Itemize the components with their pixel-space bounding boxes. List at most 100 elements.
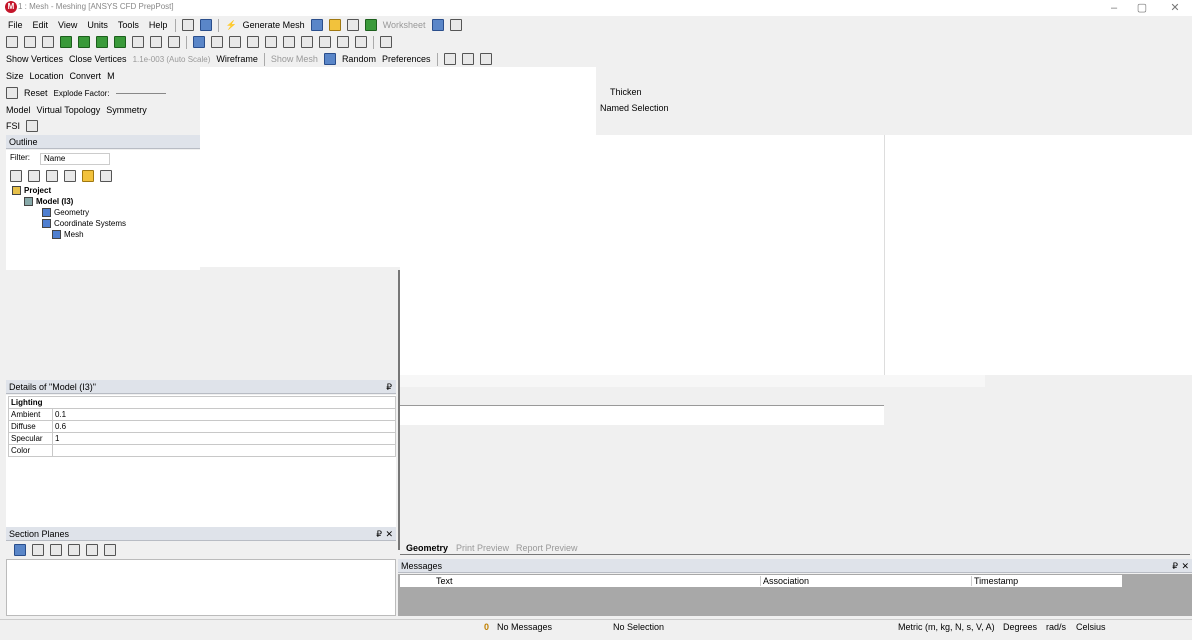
named-selection-button[interactable]: Named Selection bbox=[600, 103, 669, 113]
tree-icon[interactable] bbox=[200, 19, 213, 31]
show-mesh-button[interactable]: Show Mesh bbox=[271, 54, 318, 64]
details-value[interactable]: 1 bbox=[52, 432, 396, 445]
select-body-icon[interactable] bbox=[114, 36, 126, 48]
worksheet-button[interactable]: Worksheet bbox=[383, 20, 426, 30]
details-row[interactable]: Specular 1 bbox=[8, 432, 396, 445]
details-row[interactable]: Color bbox=[8, 444, 396, 457]
window-layout-icon[interactable] bbox=[380, 36, 392, 48]
probe-icon[interactable] bbox=[431, 19, 444, 31]
menu-help[interactable]: Help bbox=[147, 20, 170, 30]
messages-close-icon[interactable]: ✕ bbox=[1181, 559, 1189, 573]
messages-pin-icon[interactable]: ₽ bbox=[1172, 559, 1178, 573]
convert-dropdown[interactable]: Convert bbox=[70, 71, 102, 81]
details-section-row[interactable]: Lighting bbox=[8, 396, 396, 409]
rotate-icon[interactable] bbox=[193, 36, 205, 48]
tree-item-project[interactable]: Project bbox=[12, 186, 51, 195]
edit-section-plane-icon[interactable] bbox=[32, 544, 44, 556]
fsi-icon[interactable] bbox=[26, 119, 39, 132]
section-planes-pin-icon[interactable]: ₽ bbox=[376, 527, 382, 541]
expand-icon[interactable] bbox=[10, 170, 22, 182]
menu-file[interactable]: File bbox=[6, 20, 25, 30]
select-vertex-icon[interactable] bbox=[60, 36, 72, 48]
magnifier-icon[interactable] bbox=[283, 36, 295, 48]
edge-coloring-icon[interactable] bbox=[443, 53, 456, 65]
filter-icon[interactable] bbox=[46, 170, 58, 182]
tag-icon[interactable] bbox=[449, 19, 462, 31]
column-text[interactable]: Text bbox=[436, 576, 453, 586]
no-messages-status[interactable]: No Messages bbox=[497, 622, 552, 632]
display-icon[interactable] bbox=[355, 36, 367, 48]
section-planes-close-icon[interactable]: ✕ bbox=[385, 527, 393, 541]
delete-section-plane-icon[interactable] bbox=[50, 544, 62, 556]
filter-dropdown[interactable]: Name bbox=[40, 153, 110, 165]
select-mesh-icon[interactable] bbox=[168, 36, 180, 48]
iso-view-icon[interactable] bbox=[301, 36, 313, 48]
generate-mesh-button[interactable]: Generate Mesh bbox=[243, 20, 305, 30]
cursor-icon[interactable] bbox=[42, 36, 54, 48]
insert-icon[interactable] bbox=[364, 19, 377, 31]
select-face-icon[interactable] bbox=[96, 36, 108, 48]
tree-item-mesh[interactable]: Mesh bbox=[52, 230, 84, 239]
details-row[interactable]: Diffuse 0.6 bbox=[8, 420, 396, 433]
capping-icon[interactable] bbox=[104, 544, 116, 556]
preferences-button[interactable]: Preferences bbox=[382, 54, 431, 64]
details-value[interactable] bbox=[52, 444, 396, 457]
explode-icon[interactable] bbox=[6, 87, 18, 99]
show-whole-elements-icon[interactable] bbox=[68, 544, 80, 556]
temperature-unit-status[interactable]: Celsius bbox=[1076, 622, 1106, 632]
tab-print-preview[interactable]: Print Preview bbox=[456, 543, 509, 553]
menu-units[interactable]: Units bbox=[85, 20, 110, 30]
zoom-icon[interactable] bbox=[229, 36, 241, 48]
tab-geometry[interactable]: Geometry bbox=[406, 543, 448, 553]
plus-icon[interactable] bbox=[64, 170, 76, 182]
wireframe-button[interactable]: Wireframe bbox=[216, 54, 258, 64]
box-zoom-icon[interactable] bbox=[247, 36, 259, 48]
select-element-icon[interactable] bbox=[150, 36, 162, 48]
tree-item-model[interactable]: Model (I3) bbox=[24, 197, 73, 206]
edge-width-icon[interactable] bbox=[479, 53, 492, 65]
tree-item-geometry[interactable]: Geometry bbox=[42, 208, 89, 217]
preview-icon[interactable] bbox=[310, 19, 323, 31]
zoom-fit-icon[interactable] bbox=[265, 36, 277, 48]
restore-button[interactable]: ▢ bbox=[1132, 1, 1152, 15]
graphics-canvas-right[interactable] bbox=[884, 135, 1192, 375]
tree-item-coordinate-systems[interactable]: Coordinate Systems bbox=[42, 219, 126, 228]
close-vertices-button[interactable]: Close Vertices bbox=[69, 54, 127, 64]
menu-view[interactable]: View bbox=[56, 20, 79, 30]
details-value[interactable]: 0.6 bbox=[52, 420, 396, 433]
edge-style-icon[interactable] bbox=[461, 53, 474, 65]
tab-report-preview[interactable]: Report Preview bbox=[516, 543, 578, 553]
rate-unit-status[interactable]: rad/s bbox=[1046, 622, 1066, 632]
m-dropdown[interactable]: M bbox=[107, 71, 115, 81]
symmetry-button[interactable]: Symmetry bbox=[106, 105, 147, 115]
explode-factor-slider[interactable] bbox=[115, 92, 166, 94]
random-button[interactable]: Random bbox=[342, 54, 376, 64]
column-association[interactable]: Association bbox=[760, 576, 809, 586]
menu-tools[interactable]: Tools bbox=[116, 20, 141, 30]
picture-icon[interactable] bbox=[328, 19, 341, 31]
pan-icon[interactable] bbox=[211, 36, 223, 48]
show-vertices-button[interactable]: Show Vertices bbox=[6, 54, 63, 64]
coords-icon[interactable] bbox=[24, 36, 36, 48]
select-edge-icon[interactable] bbox=[78, 36, 90, 48]
virtual-topology-button[interactable]: Virtual Topology bbox=[37, 105, 101, 115]
location-dropdown[interactable]: Location bbox=[30, 71, 64, 81]
previous-view-icon[interactable] bbox=[319, 36, 331, 48]
details-value[interactable]: 0.1 bbox=[52, 408, 396, 421]
size-dropdown[interactable]: Size bbox=[6, 71, 24, 81]
unit-system-status[interactable]: Metric (m, kg, N, s, V, A) bbox=[898, 622, 995, 632]
section-display-icon[interactable] bbox=[86, 544, 98, 556]
sort-icon[interactable] bbox=[100, 170, 112, 182]
thicken-button[interactable]: Thicken bbox=[610, 87, 642, 97]
auto-scale-dropdown[interactable]: 1.1e-003 (Auto Scale) bbox=[133, 55, 211, 64]
text-box-icon[interactable] bbox=[346, 19, 359, 31]
select-node-icon[interactable] bbox=[132, 36, 144, 48]
command-icon[interactable] bbox=[182, 19, 195, 31]
angle-unit-status[interactable]: Degrees bbox=[1003, 622, 1037, 632]
close-window-button[interactable]: ✕ bbox=[1165, 1, 1185, 15]
reset-button[interactable]: Reset bbox=[24, 88, 48, 98]
graphics-canvas[interactable] bbox=[400, 135, 884, 375]
next-view-icon[interactable] bbox=[337, 36, 349, 48]
pin-icon[interactable] bbox=[6, 36, 18, 48]
folder-icon[interactable] bbox=[82, 170, 94, 182]
